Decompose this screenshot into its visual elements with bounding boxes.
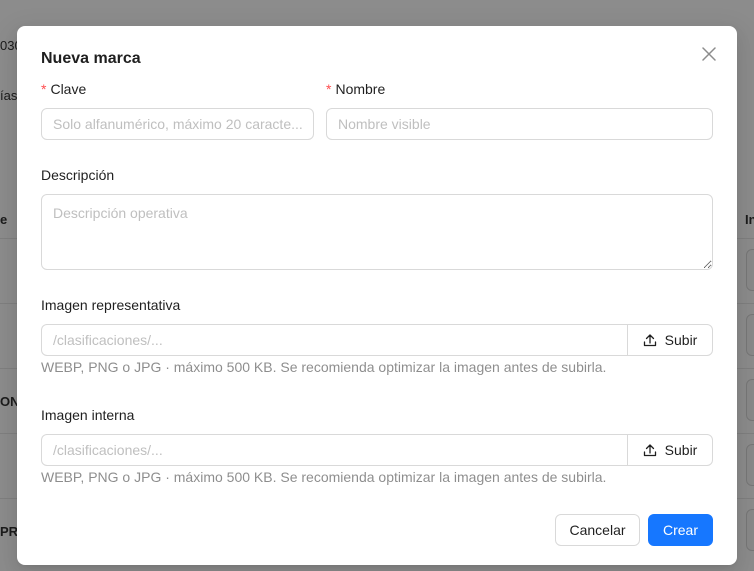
close-button[interactable] <box>699 44 719 64</box>
imagen-representativa-input[interactable] <box>41 324 627 356</box>
create-button[interactable]: Crear <box>648 514 713 546</box>
cancel-button[interactable]: Cancelar <box>555 514 640 546</box>
descripcion-textarea[interactable] <box>41 194 713 270</box>
clave-label-text: Clave <box>50 81 87 97</box>
modal-title: Nueva marca <box>41 50 141 67</box>
upload-icon <box>643 444 656 457</box>
descripcion-label: Descripción <box>41 167 115 183</box>
imagen-representativa-hint: WEBP, PNG o JPG · máximo 500 KB. Se reco… <box>41 359 607 375</box>
upload-icon <box>643 334 656 347</box>
imagen-interna-label: Imagen interna <box>41 407 135 423</box>
clave-label: * Clave <box>41 81 86 97</box>
required-mark: * <box>41 81 47 97</box>
nombre-label: * Nombre <box>326 81 385 97</box>
imagen-representativa-label: Imagen representativa <box>41 297 181 313</box>
imagen-interna-hint: WEBP, PNG o JPG · máximo 500 KB. Se reco… <box>41 469 607 485</box>
close-icon <box>702 47 716 61</box>
imagen-interna-upload-button[interactable]: Subir <box>627 434 713 466</box>
imagen-representativa-upload-button[interactable]: Subir <box>627 324 713 356</box>
required-mark: * <box>326 81 332 97</box>
nombre-input[interactable] <box>326 108 713 140</box>
upload-label: Subir <box>664 442 698 458</box>
clave-input[interactable] <box>41 108 314 140</box>
upload-label: Subir <box>664 332 698 348</box>
imagen-interna-input[interactable] <box>41 434 627 466</box>
nombre-label-text: Nombre <box>335 81 386 97</box>
new-brand-modal: Nueva marca *Clave *Nombre Descripción I… <box>17 26 737 565</box>
